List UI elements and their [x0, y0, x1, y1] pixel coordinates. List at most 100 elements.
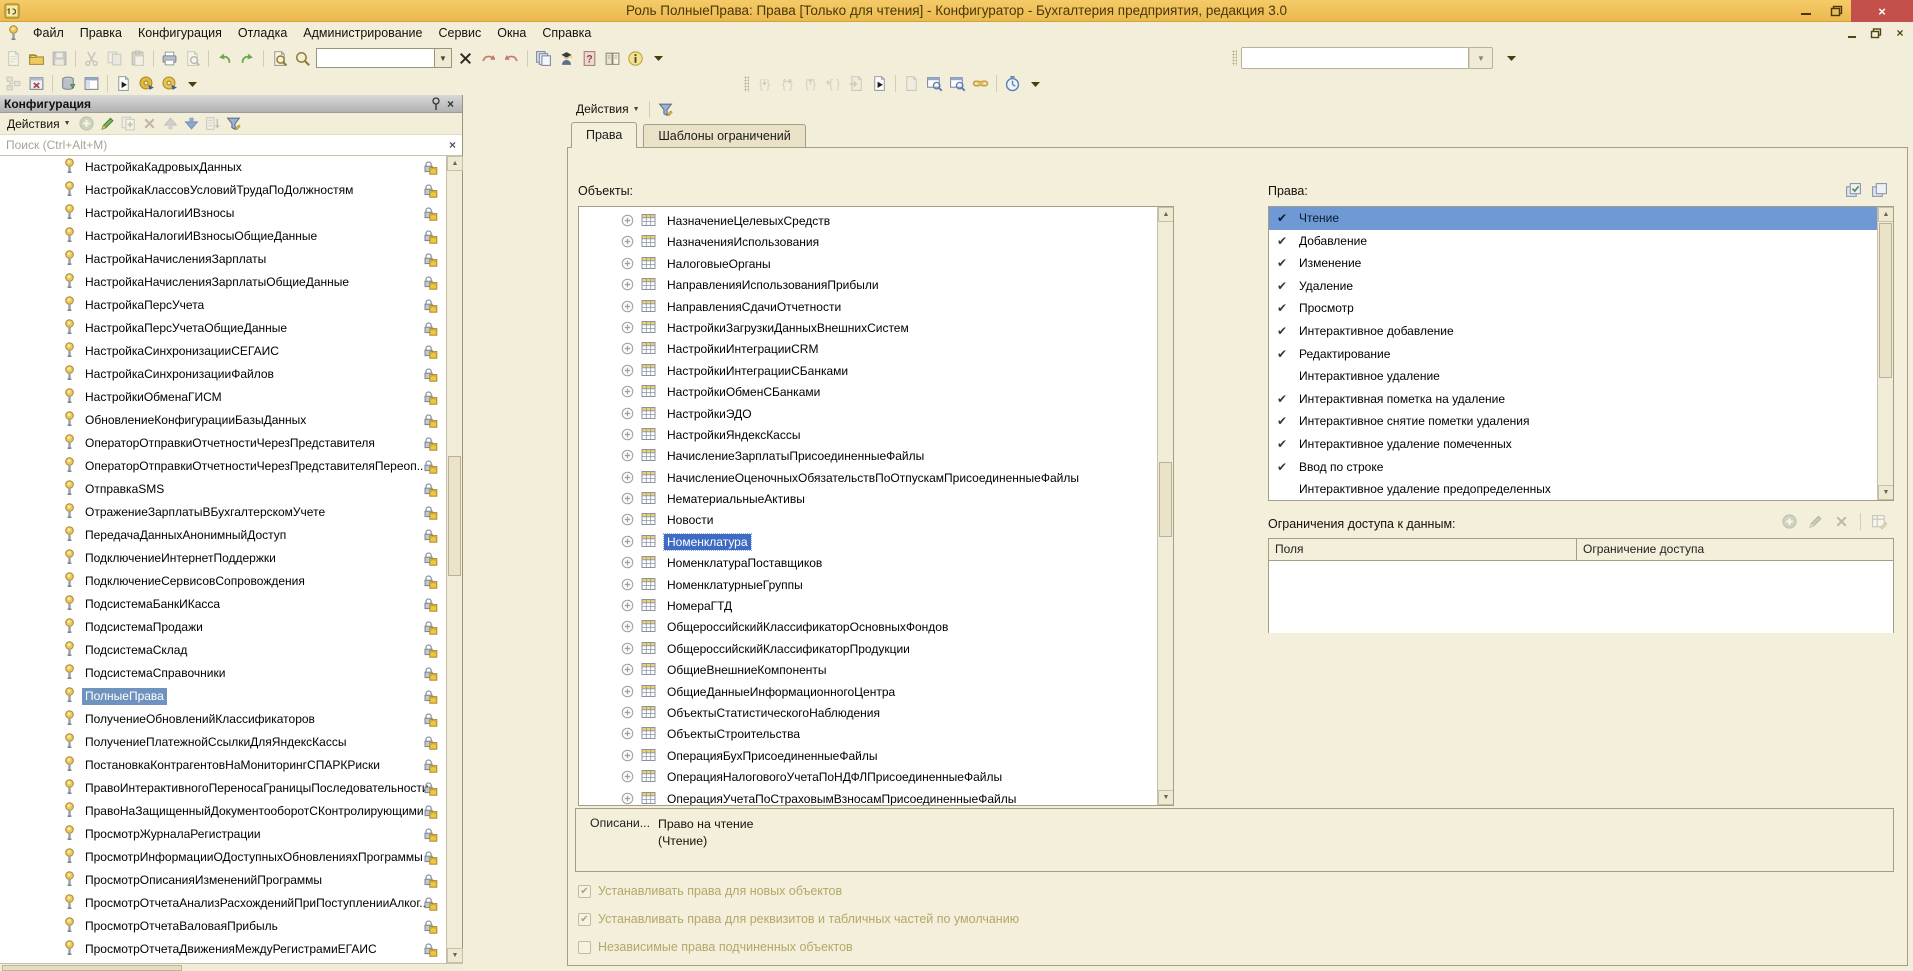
menu-администрирование[interactable]: Администрирование	[295, 23, 430, 43]
right-item[interactable]: ✔Чтение	[1269, 207, 1893, 230]
expand-icon[interactable]	[621, 620, 634, 633]
expand-icon[interactable]	[621, 727, 634, 740]
tree-item[interactable]: НастройкаПерсУчета	[0, 294, 462, 317]
expand-icon[interactable]	[621, 278, 634, 291]
database-update-icon[interactable]	[58, 73, 79, 94]
tree-item[interactable]: ПросмотрОтчетаВаловаяПрибыль	[0, 915, 462, 938]
tree-item[interactable]: ОператорОтправкиОтчетностиЧерезПредстави…	[0, 432, 462, 455]
expand-icon[interactable]	[621, 578, 634, 591]
checked-icon[interactable]: ✔	[1277, 252, 1287, 275]
right-item[interactable]: Интерактивное удаление предопределенных	[1269, 478, 1893, 501]
checked-icon[interactable]: ✔	[1277, 320, 1287, 343]
actions-menu-button[interactable]: Действия▼	[571, 100, 645, 118]
expand-icon[interactable]	[621, 449, 634, 462]
tree-hscrollbar[interactable]	[0, 963, 463, 971]
expand-icon[interactable]	[621, 513, 634, 526]
right-item[interactable]: ✔Интерактивное снятие пометки удаления	[1269, 410, 1893, 433]
menu-справка[interactable]: Справка	[534, 23, 599, 43]
toolbar-grip[interactable]	[744, 76, 749, 92]
clear-find-icon[interactable]	[455, 48, 476, 69]
right-item[interactable]: ✔Ввод по строке	[1269, 456, 1893, 479]
tree-item[interactable]: ПодсистемаБанкИКасса	[0, 593, 462, 616]
minimize-button[interactable]	[1791, 0, 1821, 22]
expand-icon[interactable]	[621, 321, 634, 334]
menu-отладка[interactable]: Отладка	[230, 23, 295, 43]
combo-dropdown-button[interactable]: ▼	[434, 48, 452, 68]
combo-input[interactable]	[316, 48, 434, 68]
object-item[interactable]: Номенклатура	[579, 532, 1173, 553]
checked-icon[interactable]: ✔	[1277, 433, 1287, 456]
document-run-icon[interactable]	[113, 73, 134, 94]
expand-icon[interactable]	[621, 385, 634, 398]
close-button[interactable]: ×	[1851, 0, 1913, 22]
child-restore-button[interactable]	[1869, 26, 1883, 40]
menu-правка[interactable]: Правка	[72, 23, 130, 43]
tree-scrollbar[interactable]: ▲ ▼	[446, 156, 462, 963]
restrictions-table-body[interactable]	[1269, 561, 1893, 633]
object-item[interactable]: НастройкиЗагрузкиДанныхВнешнихСистем	[579, 318, 1173, 339]
tree-item[interactable]: ПросмотрОтчетаДвиженияМеждуРегистрамиЕГА…	[0, 938, 462, 961]
tree-search-input[interactable]: Поиск (Ctrl+Alt+M) ×	[0, 135, 462, 156]
object-item[interactable]: НематериальныеАктивы	[579, 489, 1173, 510]
tree-item[interactable]: ПодключениеСервисовСопровождения	[0, 570, 462, 593]
tree-item[interactable]: ПодсистемаСправочники	[0, 662, 462, 685]
scrollbar-thumb[interactable]	[1159, 462, 1172, 537]
tree-item[interactable]: НастройкаНалогиИВзносы	[0, 202, 462, 225]
document-run-icon[interactable]	[869, 73, 890, 94]
find-history-combo[interactable]: ▼	[316, 48, 452, 68]
hscrollbar-thumb[interactable]	[2, 965, 182, 971]
objects-scrollbar[interactable]: ▲ ▼	[1157, 207, 1173, 805]
toolbar-grip[interactable]	[1232, 50, 1237, 66]
object-item[interactable]: НастройкиОбменСБанками	[579, 382, 1173, 403]
expand-icon[interactable]	[621, 235, 634, 248]
checked-icon[interactable]: ✔	[1277, 388, 1287, 411]
filter-icon[interactable]	[224, 114, 243, 133]
scroll-down-button[interactable]: ▼	[1878, 485, 1894, 500]
chain-sync-icon[interactable]	[970, 73, 991, 94]
expand-icon[interactable]	[621, 300, 634, 313]
tree-item[interactable]: ОбновлениеКонфигурацииБазыДанных	[0, 409, 462, 432]
cd-load-icon[interactable]	[159, 73, 180, 94]
combo-input[interactable]	[1241, 47, 1469, 69]
configuration-search-combo[interactable]: ▼	[1241, 47, 1493, 69]
object-item[interactable]: ОбщероссийскийКлассификаторОсновныхФондо…	[579, 617, 1173, 638]
object-item[interactable]: ОперацияНалоговогоУчетаПоНДФЛПрисоединен…	[579, 767, 1173, 788]
undo-icon[interactable]	[214, 48, 235, 69]
find-icon[interactable]	[269, 48, 290, 69]
expand-icon[interactable]	[621, 792, 634, 805]
dropdown-icon[interactable]	[1501, 48, 1522, 69]
print-icon[interactable]	[159, 48, 180, 69]
tree-item[interactable]: ПросмотрОписанияИзмененийПрограммы	[0, 869, 462, 892]
object-item[interactable]: НастройкиИнтеграцииСБанками	[579, 361, 1173, 382]
object-item[interactable]: Новости	[579, 510, 1173, 531]
restore-button[interactable]	[1821, 0, 1851, 22]
expand-icon[interactable]	[621, 770, 634, 783]
expand-icon[interactable]	[621, 749, 634, 762]
tree-item[interactable]: НастройкаНачисленияЗарплаты	[0, 248, 462, 271]
tree-item[interactable]: НастройкаСинхронизацииФайлов	[0, 363, 462, 386]
expand-icon[interactable]	[621, 471, 634, 484]
object-item[interactable]: ОбщероссийскийКлассификаторПродукции	[579, 639, 1173, 660]
expand-icon[interactable]	[621, 257, 634, 270]
object-item[interactable]: ОбъектыСтатистическогоНаблюдения	[579, 703, 1173, 724]
search-window-icon[interactable]	[947, 73, 968, 94]
tree-item[interactable]: НастройкаКлассовУсловийТрудаПоДолжностям	[0, 179, 462, 202]
tab-шаблоны-ограничений[interactable]: Шаблоны ограничений	[643, 124, 805, 148]
right-item[interactable]: ✔Интерактивная пометка на удаление	[1269, 388, 1893, 411]
close-window-icon[interactable]	[26, 73, 47, 94]
object-item[interactable]: ОбщиеВнешниеКомпоненты	[579, 660, 1173, 681]
filter-icon[interactable]	[655, 99, 676, 120]
scroll-down-button[interactable]: ▼	[1158, 790, 1174, 805]
check-all-icon[interactable]	[1843, 180, 1864, 201]
search-window-icon[interactable]	[924, 73, 945, 94]
find-next-icon[interactable]	[478, 48, 499, 69]
tree-item[interactable]: ПостановкаКонтрагентовНаМониторингСПАРКР…	[0, 754, 462, 777]
right-item[interactable]: ✔Интерактивное добавление	[1269, 320, 1893, 343]
right-item[interactable]: ✔Просмотр	[1269, 297, 1893, 320]
tree-item[interactable]: ПросмотрОтчетаАнализРасхожденийПриПоступ…	[0, 892, 462, 915]
cd-save-icon[interactable]	[136, 73, 157, 94]
right-item[interactable]: ✔Изменение	[1269, 252, 1893, 275]
tree-item[interactable]: ПросмотрИнформацииОДоступныхОбновленияхП…	[0, 846, 462, 869]
scroll-up-button[interactable]: ▲	[1158, 207, 1174, 222]
expand-icon[interactable]	[621, 364, 634, 377]
